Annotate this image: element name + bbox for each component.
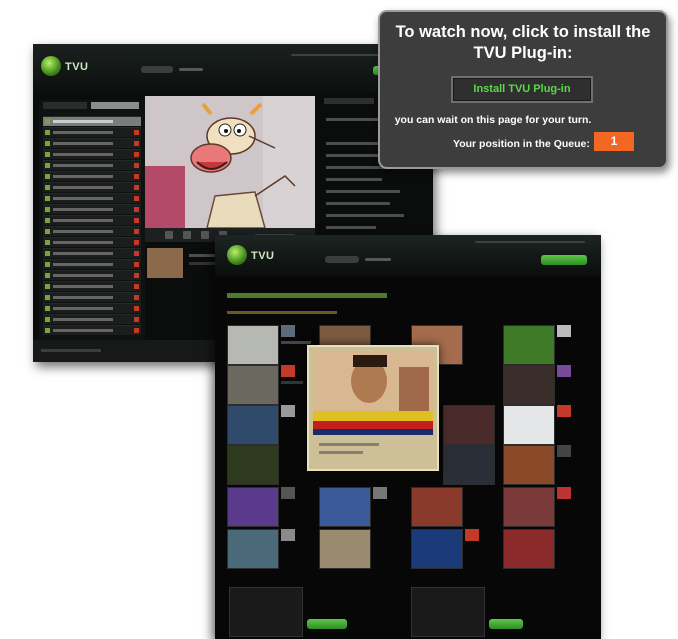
info-line bbox=[326, 178, 382, 181]
cartoon-cow-image bbox=[145, 96, 315, 228]
channel-thumbnail[interactable] bbox=[443, 445, 495, 485]
channel-caption bbox=[281, 341, 311, 344]
channel-thumbnail[interactable] bbox=[319, 529, 371, 569]
tvu-logo-text: TVU bbox=[251, 250, 275, 262]
list-item[interactable] bbox=[43, 259, 141, 269]
sub-heading bbox=[227, 311, 337, 314]
channel-thumbnail[interactable] bbox=[503, 487, 555, 527]
rewind-icon[interactable] bbox=[165, 231, 173, 239]
promo-button[interactable] bbox=[489, 619, 523, 629]
popup-video-image bbox=[309, 347, 437, 469]
channel-thumbnail[interactable] bbox=[319, 487, 371, 527]
list-item[interactable] bbox=[43, 270, 141, 280]
channel-logo bbox=[557, 487, 571, 499]
channel-thumbnail[interactable] bbox=[503, 325, 555, 365]
channel-logo bbox=[373, 487, 387, 499]
footer-text bbox=[41, 349, 101, 352]
channel-thumbnail[interactable] bbox=[503, 529, 555, 569]
top-links[interactable] bbox=[475, 241, 585, 243]
list-item[interactable] bbox=[43, 127, 141, 137]
list-item[interactable] bbox=[43, 160, 141, 170]
dialog-title: To watch now, click to install the TVU P… bbox=[395, 23, 651, 62]
channel-thumbnail[interactable] bbox=[411, 487, 463, 527]
list-item[interactable] bbox=[43, 204, 141, 214]
channel-thumbnail[interactable] bbox=[443, 405, 495, 445]
list-item[interactable] bbox=[43, 116, 141, 126]
stop-icon[interactable] bbox=[201, 231, 209, 239]
list-item[interactable] bbox=[43, 171, 141, 181]
list-item[interactable] bbox=[43, 281, 141, 291]
info-line bbox=[326, 226, 376, 229]
queue-position-badge: 1 bbox=[594, 132, 634, 151]
channel-thumbnail[interactable] bbox=[227, 487, 279, 527]
promo-button[interactable] bbox=[307, 619, 347, 629]
channel-logo bbox=[557, 405, 571, 417]
channel-caption bbox=[281, 381, 303, 384]
channel-logo bbox=[557, 445, 571, 457]
channel-thumbnail[interactable] bbox=[227, 325, 279, 365]
channel-thumbnail[interactable] bbox=[227, 445, 279, 485]
info-line bbox=[326, 214, 404, 217]
section-heading bbox=[227, 293, 387, 298]
list-item[interactable] bbox=[43, 237, 141, 247]
install-plugin-dialog: To watch now, click to install the TVU P… bbox=[378, 10, 668, 169]
install-plugin-button[interactable]: Install TVU Plug-in bbox=[451, 76, 593, 103]
promo-box[interactable] bbox=[229, 587, 303, 637]
list-item[interactable] bbox=[43, 182, 141, 192]
list-item[interactable] bbox=[43, 314, 141, 324]
info-line bbox=[326, 142, 386, 145]
nav-tab[interactable] bbox=[365, 258, 391, 261]
queue-position-label: Your position in the Queue: bbox=[453, 138, 590, 150]
nav-tab-active[interactable] bbox=[141, 66, 173, 73]
wait-message: you can wait on this page for your turn. bbox=[394, 114, 592, 126]
info-tab[interactable] bbox=[324, 98, 374, 104]
channel-logo bbox=[281, 405, 295, 417]
info-line bbox=[326, 190, 400, 193]
channel-logo bbox=[557, 365, 571, 377]
list-item[interactable] bbox=[43, 303, 141, 313]
list-item[interactable] bbox=[43, 149, 141, 159]
channel-thumbnail[interactable] bbox=[503, 445, 555, 485]
channel-search[interactable] bbox=[91, 102, 139, 109]
nav-tab[interactable] bbox=[179, 68, 203, 71]
list-item[interactable] bbox=[43, 138, 141, 148]
list-item[interactable] bbox=[43, 215, 141, 225]
channel-logo bbox=[281, 325, 295, 337]
nav-tab-active[interactable] bbox=[325, 256, 359, 263]
list-item[interactable] bbox=[43, 325, 141, 335]
channel-thumbnail[interactable] bbox=[503, 365, 555, 405]
channel-logo bbox=[281, 529, 295, 541]
video-frame[interactable] bbox=[145, 96, 315, 228]
tvu-logo-icon bbox=[41, 56, 61, 76]
play-icon[interactable] bbox=[183, 231, 191, 239]
channel-thumbnail[interactable] bbox=[503, 405, 555, 445]
video-popup[interactable] bbox=[307, 345, 439, 471]
signin-button[interactable] bbox=[541, 255, 587, 265]
channel-thumbnail[interactable] bbox=[227, 529, 279, 569]
player-header: TVU bbox=[33, 44, 433, 92]
channel-thumbnail[interactable] bbox=[227, 365, 279, 405]
tvu-channel-grid-screenshot: TVU bbox=[215, 235, 601, 639]
channel-logo bbox=[281, 365, 295, 377]
tvu-logo-icon bbox=[227, 245, 247, 265]
list-item[interactable] bbox=[43, 193, 141, 203]
list-item[interactable] bbox=[43, 248, 141, 258]
channel-thumbnail[interactable] bbox=[227, 405, 279, 445]
channel-thumbnail[interactable] bbox=[411, 529, 463, 569]
list-item[interactable] bbox=[43, 292, 141, 302]
channel-list bbox=[39, 100, 145, 340]
channel-logo bbox=[465, 529, 479, 541]
promo-box[interactable] bbox=[411, 587, 485, 637]
channel-logo bbox=[557, 325, 571, 337]
tvu-logo-text: TVU bbox=[65, 61, 89, 73]
list-item[interactable] bbox=[43, 226, 141, 236]
now-playing-thumbnail[interactable] bbox=[147, 248, 183, 278]
grid-header: TVU bbox=[215, 235, 601, 277]
channel-tab[interactable] bbox=[43, 102, 87, 109]
channel-logo bbox=[281, 487, 295, 499]
info-line bbox=[326, 202, 390, 205]
